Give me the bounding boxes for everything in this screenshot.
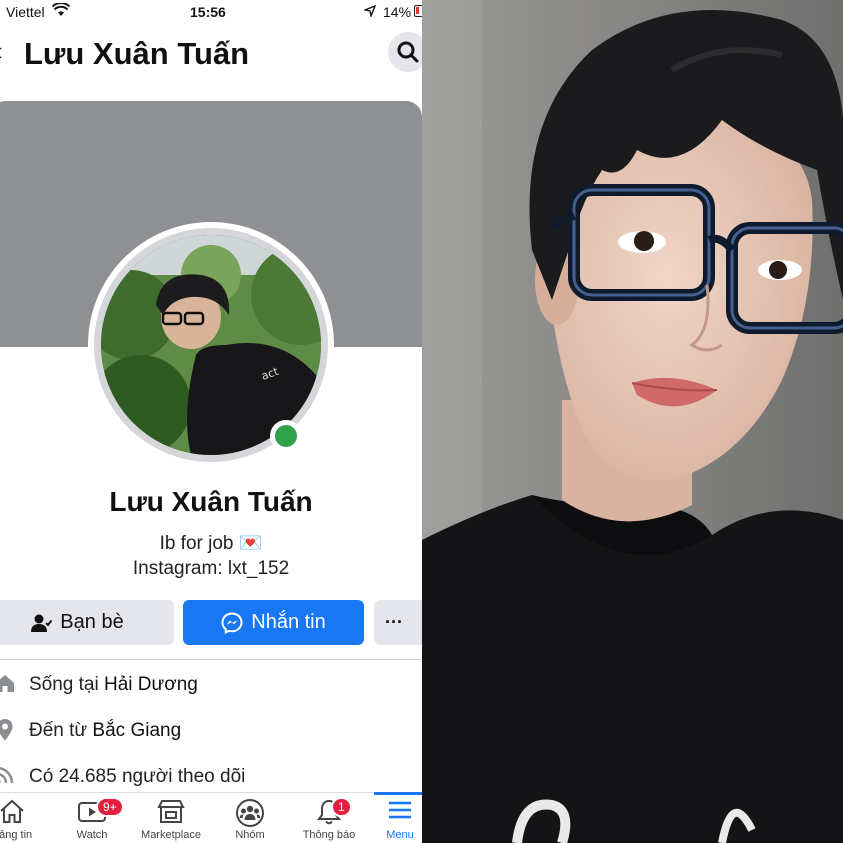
info-from: Đến từ Bắc Giang [0, 716, 422, 746]
from-prefix: Đến từ [29, 720, 93, 741]
battery-percent: 14% [383, 4, 412, 20]
tab-groups-label: Nhóm [235, 829, 265, 841]
tab-marketplace-label: Marketplace [141, 829, 201, 841]
battery-icon [414, 5, 422, 17]
tab-marketplace[interactable]: Marketplace [135, 793, 207, 843]
map-pin-icon [0, 718, 16, 748]
rss-followers-icon [0, 764, 16, 792]
profile-header: ‹ Lưu Xuân Tuấn [0, 24, 422, 80]
followers-count: Có 24.685 người theo dõi [29, 766, 246, 787]
tab-news-feed-label: Bảng tin [0, 829, 33, 841]
friends-button[interactable]: Bạn bè [0, 600, 174, 645]
marketplace-shop-icon [156, 798, 186, 827]
tab-watch[interactable]: 9+ Watch [62, 793, 124, 843]
tab-notifications-label: Thông báo [302, 829, 356, 841]
tab-menu[interactable]: Menu [370, 792, 422, 843]
divider [0, 659, 422, 660]
status-bar: Viettel 15:56 14% [0, 0, 422, 24]
tab-notifications[interactable]: 1 Thông báo [297, 793, 361, 843]
message-button-label: Nhắn tin [251, 611, 326, 633]
header-title: Lưu Xuân Tuấn [24, 36, 250, 71]
tab-groups[interactable]: Nhóm [220, 793, 280, 843]
clock: 15:56 [190, 4, 226, 20]
friends-button-label: Bạn bè [60, 611, 124, 633]
friend-person-icon [30, 613, 53, 633]
info-followers: Có 24.685 người theo dõi [0, 762, 422, 792]
lives-place[interactable]: Hải Dương [104, 674, 198, 695]
more-options-button[interactable]: ··· [374, 600, 422, 645]
hamburger-menu-icon [386, 798, 414, 825]
facebook-profile-screen: Viettel 15:56 14% ‹ Lưu Xuân Tuấn [0, 0, 422, 843]
wifi-icon [51, 2, 71, 20]
home-icon [0, 672, 16, 700]
carrier-name: Viettel [6, 4, 45, 20]
portrait-photo [422, 0, 843, 843]
notifications-badge: 1 [331, 797, 352, 817]
tab-watch-label: Watch [76, 829, 108, 841]
tab-menu-label: Menu [386, 829, 414, 841]
message-button[interactable]: Nhắn tin [183, 600, 364, 645]
online-status-dot [270, 420, 302, 452]
profile-bio: Ib for job 💌 [159, 533, 263, 554]
from-place[interactable]: Bắc Giang [92, 720, 181, 741]
profile-name: Lưu Xuân Tuấn [109, 486, 313, 517]
search-button[interactable] [388, 32, 422, 72]
bottom-tab-bar: Bảng tin 9+ Watch Marketplace Nhóm 1 [0, 792, 422, 843]
location-arrow-icon [362, 4, 377, 20]
groups-people-icon [235, 798, 265, 831]
more-dots-icon: ··· [385, 612, 403, 632]
active-tab-indicator [374, 792, 422, 795]
search-icon [397, 41, 419, 63]
profile-picture-frame[interactable]: act [88, 222, 334, 468]
lives-prefix: Sống tại [29, 674, 104, 695]
watch-badge: 9+ [96, 797, 124, 817]
info-lives-in: Sống tại Hải Dương [0, 670, 422, 700]
tab-news-feed[interactable]: Bảng tin [0, 793, 44, 843]
messenger-icon [221, 611, 243, 634]
home-tab-icon [0, 798, 26, 827]
back-chevron-icon[interactable]: ‹ [0, 38, 3, 64]
profile-instagram: Instagram: lxt_152 [132, 558, 290, 579]
